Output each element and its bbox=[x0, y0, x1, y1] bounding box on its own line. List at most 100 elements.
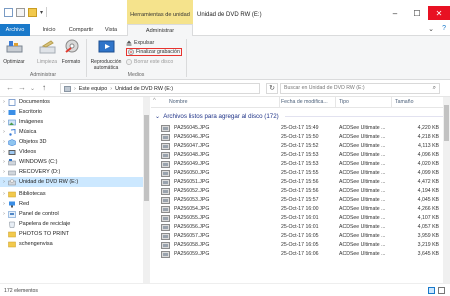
expand-arrow-icon[interactable]: › bbox=[0, 149, 8, 155]
autoplay-icon bbox=[98, 40, 114, 53]
up-arrow-icon[interactable]: ↑ bbox=[42, 83, 46, 92]
nav-scrollbar[interactable] bbox=[143, 97, 150, 283]
expand-arrow-icon[interactable]: › bbox=[0, 109, 8, 115]
tab-view[interactable]: Vista bbox=[100, 24, 122, 36]
file-row[interactable]: PA256045.JPG 25-Oct-17 15:49 ACDSee Ulti… bbox=[161, 124, 443, 133]
nav-item-dvd-drive[interactable]: › Unidad de DVD RW (E:) bbox=[0, 177, 150, 187]
breadcrumb-dvd-drive[interactable]: Unidad de DVD RW (E:) bbox=[115, 86, 173, 92]
nav-item-documents[interactable]: › Documentos bbox=[0, 97, 150, 107]
column-name[interactable]: Nombre bbox=[169, 99, 187, 105]
nav-item-recycle-bin[interactable]: Papelera de reciclaje bbox=[0, 219, 150, 229]
back-arrow-icon[interactable]: ← bbox=[6, 83, 14, 92]
file-row[interactable]: PA256051.JPG 25-Oct-17 15:56 ACDSee Ulti… bbox=[161, 178, 443, 187]
details-view-icon[interactable] bbox=[428, 287, 435, 294]
tab-home[interactable]: Inicio bbox=[36, 24, 62, 36]
nav-item-desktop[interactable]: › Escritorio bbox=[0, 107, 150, 117]
optimize-button[interactable]: Optimizar bbox=[3, 39, 25, 65]
file-list-scrollbar[interactable] bbox=[443, 97, 450, 283]
file-row[interactable]: PA256057.JPG 25-Oct-17 16:05 ACDSee Ulti… bbox=[161, 232, 443, 241]
nav-item-network[interactable]: › Red bbox=[0, 199, 150, 209]
file-date: 25-Oct-17 15:57 bbox=[281, 197, 319, 203]
navigation-pane: › Documentos › Escritorio › Imágenes › M… bbox=[0, 97, 150, 283]
properties-icon[interactable] bbox=[4, 7, 13, 17]
finish-burning-command[interactable]: Finalizar grabación bbox=[126, 48, 182, 56]
file-row[interactable]: PA256059.JPG 25-Oct-17 16:06 ACDSee Ulti… bbox=[161, 250, 443, 259]
column-date[interactable]: Fecha de modifica... bbox=[281, 99, 328, 105]
tab-share[interactable]: Compartir bbox=[64, 24, 98, 36]
file-row[interactable]: PA256048.JPG 25-Oct-17 15:53 ACDSee Ulti… bbox=[161, 151, 443, 160]
format-button[interactable]: Formato bbox=[60, 39, 82, 65]
nav-item-videos[interactable]: › Vídeos bbox=[0, 147, 150, 157]
file-size: 4,045 KB bbox=[417, 197, 439, 203]
folder-icon bbox=[8, 241, 16, 247]
file-type: ACDSee Ultimate ... bbox=[339, 242, 386, 248]
file-type: ACDSee Ultimate ... bbox=[339, 233, 386, 239]
file-row[interactable]: PA256050.JPG 25-Oct-17 15:55 ACDSee Ulti… bbox=[161, 169, 443, 178]
minimize-button[interactable]: – bbox=[384, 6, 406, 20]
cleanup-button[interactable]: Limpieza bbox=[36, 39, 58, 65]
file-size: 4,113 KB bbox=[418, 143, 439, 149]
expand-arrow-icon[interactable]: › bbox=[0, 129, 8, 135]
nav-item-label: Vídeos bbox=[19, 149, 37, 155]
file-row[interactable]: PA256052.JPG 25-Oct-17 15:56 ACDSee Ulti… bbox=[161, 187, 443, 196]
nav-item-label: PHOTOS TO PRINT bbox=[19, 231, 70, 237]
maximize-button[interactable]: ☐ bbox=[406, 6, 428, 20]
nav-item-schengenvisa[interactable]: schengenvisa bbox=[0, 239, 150, 249]
tab-file[interactable]: Archivo bbox=[0, 24, 30, 36]
nav-scrollbar-thumb[interactable] bbox=[144, 115, 149, 201]
help-icon[interactable]: ? bbox=[442, 25, 446, 32]
nav-item-music[interactable]: › Música bbox=[0, 127, 150, 137]
column-size[interactable]: Tamaño bbox=[395, 99, 413, 105]
nav-item-label: Red bbox=[19, 201, 30, 207]
folder-icon bbox=[8, 231, 16, 237]
nav-item-3d-objects[interactable]: › Objetos 3D bbox=[0, 137, 150, 147]
check-icon[interactable] bbox=[16, 7, 25, 17]
expand-arrow-icon[interactable]: › bbox=[0, 211, 8, 217]
new-folder-icon[interactable] bbox=[28, 7, 37, 17]
file-row[interactable]: PA256047.JPG 25-Oct-17 15:52 ACDSee Ulti… bbox=[161, 142, 443, 151]
nav-item-photos-to-print[interactable]: PHOTOS TO PRINT bbox=[0, 229, 150, 239]
file-size: 4,107 KB bbox=[417, 215, 439, 221]
eject-command[interactable]: Expulsar bbox=[126, 39, 154, 47]
file-row[interactable]: PA256053.JPG 25-Oct-17 15:57 ACDSee Ulti… bbox=[161, 196, 443, 205]
nav-item-pictures[interactable]: › Imágenes bbox=[0, 117, 150, 127]
file-row[interactable]: PA256049.JPG 25-Oct-17 15:53 ACDSee Ulti… bbox=[161, 160, 443, 169]
file-row[interactable]: PA256058.JPG 25-Oct-17 16:05 ACDSee Ulti… bbox=[161, 241, 443, 250]
erase-disc-command[interactable]: Borrar este disco bbox=[126, 58, 173, 66]
large-icons-view-icon[interactable] bbox=[438, 287, 445, 294]
expand-arrow-icon[interactable]: › bbox=[0, 159, 8, 165]
customize-chevron-down-icon[interactable]: ▾ bbox=[40, 9, 43, 16]
nav-item-recovery-drive[interactable]: › RECOVERY (D:) bbox=[0, 167, 150, 177]
expand-arrow-icon[interactable]: › bbox=[0, 119, 8, 125]
column-type[interactable]: Tipo bbox=[339, 99, 349, 105]
expand-arrow-icon[interactable]: › bbox=[0, 179, 8, 185]
forward-arrow-icon[interactable]: → bbox=[18, 83, 26, 92]
file-row[interactable]: PA256055.JPG 25-Oct-17 16:01 ACDSee Ulti… bbox=[161, 214, 443, 223]
expand-arrow-icon[interactable]: › bbox=[0, 201, 8, 207]
group-header[interactable]: ⌄ Archivos listos para agregar al disco … bbox=[155, 111, 443, 121]
file-row[interactable]: PA256054.JPG 25-Oct-17 16:00 ACDSee Ulti… bbox=[161, 205, 443, 214]
expand-arrow-icon[interactable]: › bbox=[0, 139, 8, 145]
file-row[interactable]: PA256046.JPG 25-Oct-17 15:50 ACDSee Ulti… bbox=[161, 133, 443, 142]
autoplay-button[interactable]: Reproducción automática bbox=[88, 39, 124, 71]
file-size: 4,472 KB bbox=[417, 179, 439, 185]
control-panel-icon bbox=[8, 210, 16, 218]
address-bar[interactable]: › Este equipo › Unidad de DVD RW (E:) bbox=[60, 83, 260, 94]
nav-item-libraries[interactable]: › Bibliotecas bbox=[0, 189, 150, 199]
expand-arrow-icon[interactable]: › bbox=[0, 169, 8, 175]
recent-locations-chevron-icon[interactable]: ⌄ bbox=[30, 85, 35, 92]
nav-item-control-panel[interactable]: › Panel de control bbox=[0, 209, 150, 219]
file-row[interactable]: PA256056.JPG 25-Oct-17 16:01 ACDSee Ulti… bbox=[161, 223, 443, 232]
search-icon: ⌕ bbox=[432, 85, 436, 91]
expand-arrow-icon[interactable]: › bbox=[0, 191, 8, 197]
collapse-chevron-icon[interactable]: ⌄ bbox=[155, 113, 160, 120]
status-bar: 172 elementos bbox=[0, 283, 450, 296]
nav-item-windows-drive[interactable]: › WINDOWS (C:) bbox=[0, 157, 150, 167]
breadcrumb-this-pc[interactable]: Este equipo bbox=[79, 86, 107, 92]
close-button[interactable]: ✕ bbox=[428, 6, 450, 20]
refresh-icon[interactable]: ↻ bbox=[266, 83, 278, 94]
file-list-scrollbar-thumb[interactable] bbox=[444, 105, 449, 141]
expand-arrow-icon[interactable]: › bbox=[0, 99, 8, 105]
ribbon-expand-chevron-icon[interactable]: ⌄ bbox=[428, 25, 434, 33]
search-input[interactable]: Buscar en Unidad de DVD RW (E:) ⌕ bbox=[280, 83, 440, 94]
